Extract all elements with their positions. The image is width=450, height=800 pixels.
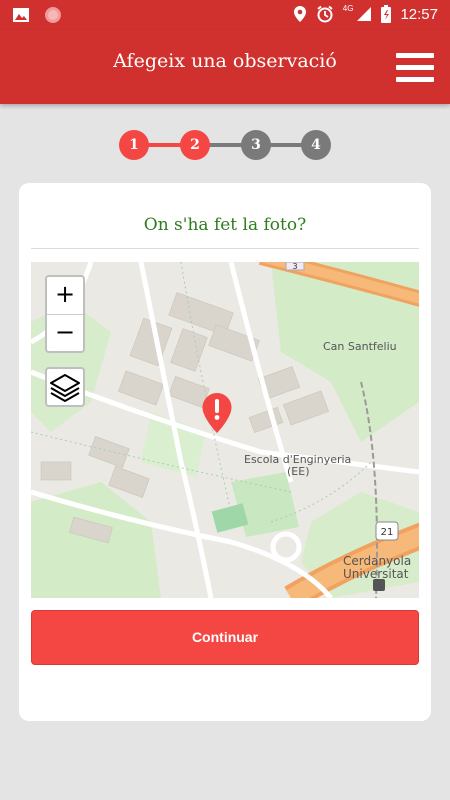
- layers-button[interactable]: [45, 367, 85, 407]
- clock: 12:57: [400, 5, 438, 23]
- status-right: 4G 12:57: [293, 3, 438, 23]
- gallery-icon: [13, 8, 29, 22]
- battery-icon: [381, 5, 392, 23]
- map-view[interactable]: 21 3 Can Santfeliu Escola d'Enginyeria (…: [31, 262, 419, 598]
- layers-icon: [50, 374, 80, 402]
- page-title: Afegeix una observació: [113, 50, 337, 72]
- map-label-cerdanyola-line2: Universitat: [343, 567, 409, 581]
- zoom-control: + −: [45, 275, 85, 353]
- step-1: 1: [119, 130, 149, 160]
- step-2: 2: [180, 130, 210, 160]
- circle-icon: [45, 7, 61, 23]
- location-icon: [293, 6, 306, 22]
- location-question: On s'ha fet la foto?: [143, 215, 307, 235]
- zoom-out-button[interactable]: −: [47, 314, 83, 351]
- menu-button[interactable]: [396, 53, 434, 83]
- zoom-in-button[interactable]: +: [47, 277, 83, 314]
- alarm-icon: [317, 5, 333, 23]
- status-left: [12, 6, 62, 24]
- map-label-escola-line2: (EE): [287, 465, 310, 478]
- progress-stepper: 1 2 3 4: [0, 128, 450, 162]
- divider: [31, 248, 419, 249]
- step-3: 3: [241, 130, 271, 160]
- app-bar: Afegeix una observació: [0, 30, 450, 104]
- step-4: 4: [301, 130, 331, 160]
- location-card: On s'ha fet la foto? 21 3 Can Santfeliu …: [19, 183, 431, 721]
- map-label-cerdanyola-line1: Cerdanyola: [343, 554, 412, 568]
- road-shield-3: 3: [292, 262, 297, 271]
- road-shield-21: 21: [381, 527, 394, 538]
- location-alert-icon: [202, 393, 232, 433]
- map-label-can-santfeliu: Can Santfeliu: [323, 340, 397, 353]
- continue-button[interactable]: Continuar: [31, 610, 419, 665]
- network-type: 4G: [342, 3, 354, 13]
- signal-icon: [357, 7, 372, 21]
- location-marker[interactable]: [201, 392, 233, 439]
- status-bar: 4G 12:57: [0, 0, 450, 30]
